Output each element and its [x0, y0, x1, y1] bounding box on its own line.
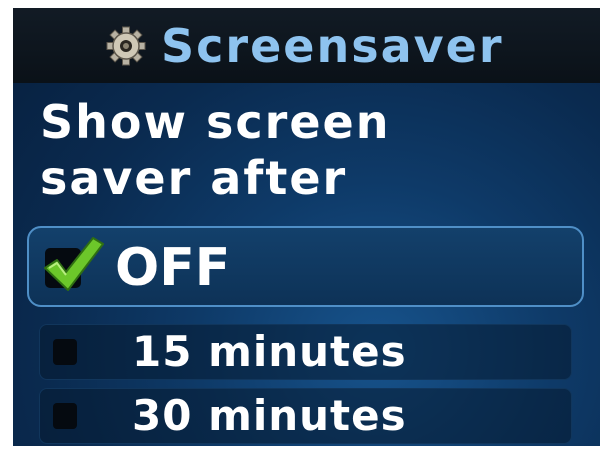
gear-icon [106, 26, 146, 66]
title-bar: Screensaver [13, 8, 600, 83]
option-label: OFF [115, 238, 231, 298]
option-off[interactable]: OFF [27, 226, 584, 307]
option-30-minutes[interactable]: 30 minutes [39, 388, 572, 444]
screensaver-screen: Screensaver Show screen saver after OFF … [13, 8, 600, 446]
checkbox-unchecked [53, 339, 77, 365]
option-label: 30 minutes [132, 391, 407, 440]
prompt-line-1: Show screen [40, 95, 391, 149]
page-title: Screensaver [161, 19, 504, 73]
prompt-line-2: saver after [40, 151, 348, 205]
checkbox-unchecked [53, 403, 77, 429]
option-15-minutes[interactable]: 15 minutes [39, 324, 572, 380]
prompt-text: Show screen saver after [40, 94, 390, 206]
option-label: 15 minutes [132, 327, 407, 376]
checkmark-icon [44, 237, 104, 291]
